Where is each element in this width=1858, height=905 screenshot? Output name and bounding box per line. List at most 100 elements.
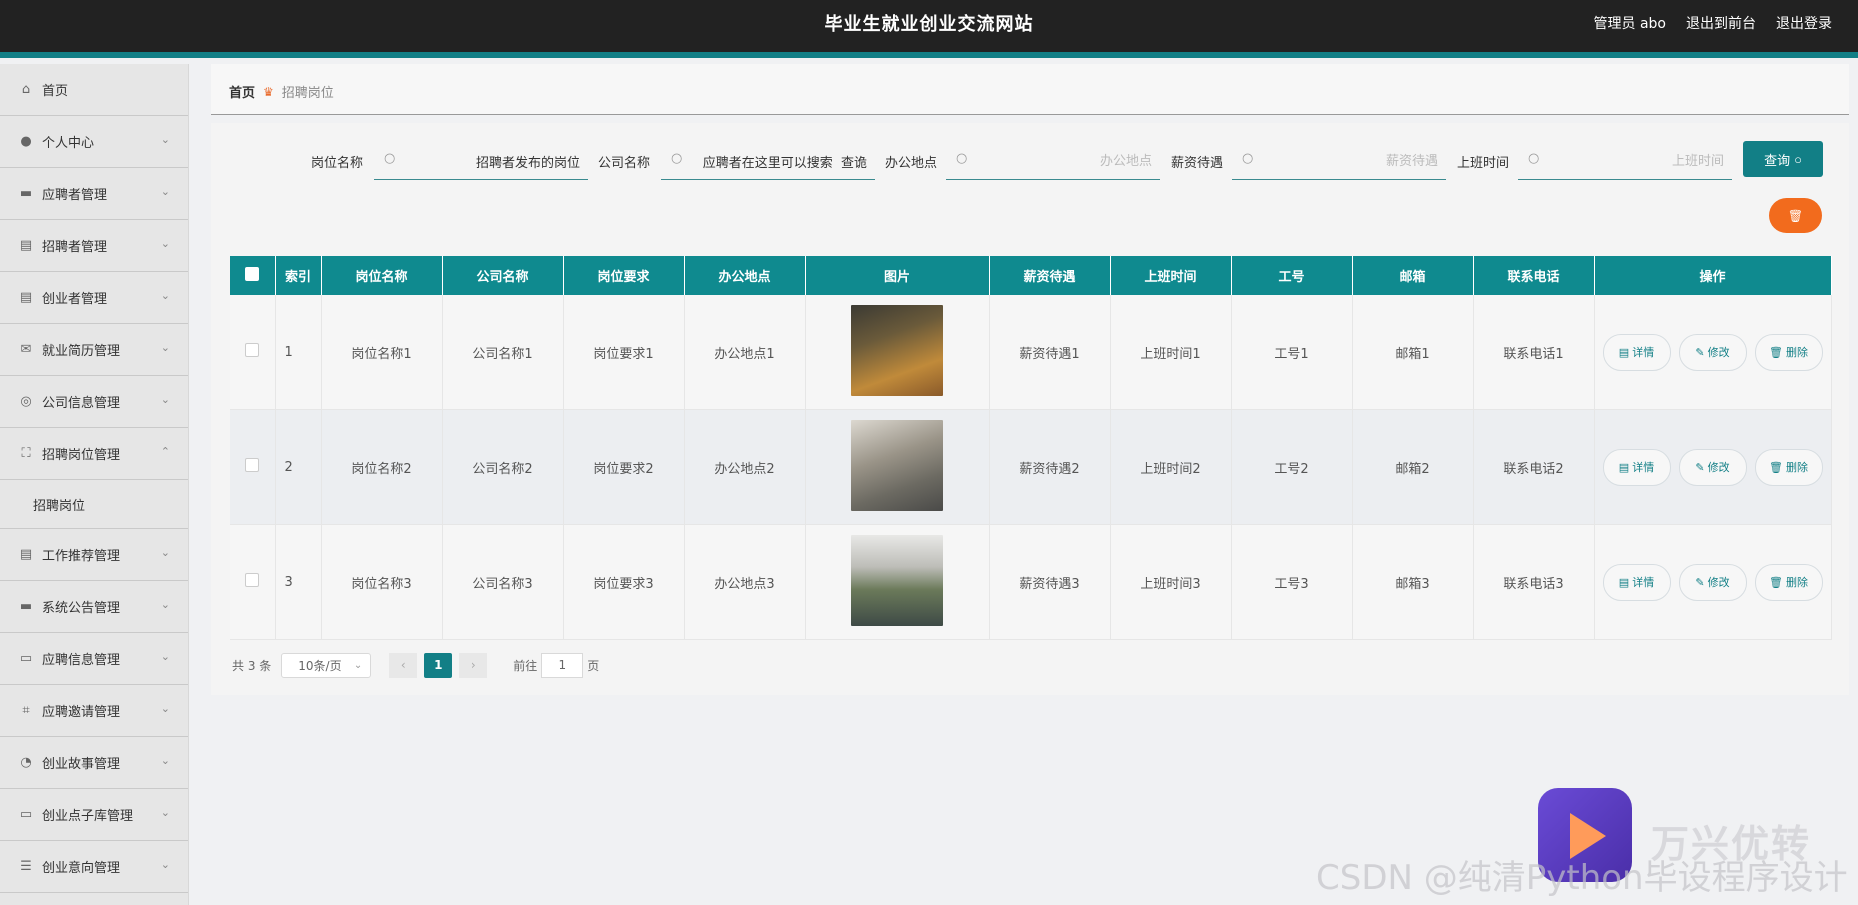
salary-input[interactable] [1260, 147, 1440, 175]
pencil-icon: ✎ [1695, 345, 1705, 359]
prev-page-button[interactable]: ‹ [389, 652, 418, 678]
detail-button[interactable]: ▤ 详情 [1602, 563, 1671, 601]
office-photo[interactable] [851, 534, 943, 626]
sidebar-item[interactable]: ⌂ 首页 [0, 64, 188, 116]
sidebar-item[interactable]: ◎ 公司信息管理 ⌄ [0, 376, 188, 428]
office-input[interactable] [974, 147, 1154, 175]
detail-label: 详情 [1632, 461, 1655, 474]
select-all-checkbox[interactable] [245, 266, 260, 281]
delete-button[interactable]: 🗑 删除 [1754, 563, 1823, 601]
chevron-icon: ⌃ [160, 445, 170, 458]
pagination: 共 3 条 10条/页 ⌄ ‹ 1 › 前往 1 页 [232, 652, 599, 678]
sidebar-item[interactable]: ▭ 创业点子库管理 ⌄ [0, 789, 188, 841]
top-header: 毕业生就业创业交流网站 管理员 abo 退出到前台 退出登录 [0, 0, 1858, 58]
index-cell: 1 [275, 295, 322, 410]
back-to-frontend-link[interactable]: 退出到前台 [1686, 13, 1756, 33]
row-checkbox[interactable] [245, 458, 260, 472]
column-header: 操作 [1594, 256, 1832, 295]
table-cell: 岗位要求3 [563, 524, 685, 640]
page-size-select[interactable]: 10条/页 ⌄ [281, 652, 372, 678]
page-number-current[interactable]: 1 [424, 652, 453, 678]
sidebar-item[interactable]: ▬ 应聘者管理 ⌄ [0, 168, 188, 220]
breadcrumb-home[interactable]: 首页 [229, 82, 255, 101]
row-checkbox[interactable] [245, 343, 260, 357]
sidebar-item[interactable]: ▭ 应聘信息管理 ⌄ [0, 633, 188, 685]
sidebar-item[interactable]: ✉ 就业简历管理 ⌄ [0, 324, 188, 376]
column-header: 薪资待遇 [989, 256, 1111, 295]
sidebar-item-label: 应聘信息管理 [42, 653, 121, 668]
gauge-icon: ◔ [20, 755, 32, 770]
search-icon: ○ [671, 151, 683, 166]
delete-button[interactable]: 🗑 删除 [1754, 333, 1823, 371]
table-cell: 上班时间3 [1110, 524, 1232, 640]
sidebar-item[interactable]: ⛶ 招聘岗位管理 ⌃ [0, 428, 188, 480]
row-checkbox[interactable] [245, 573, 260, 587]
delete-label: 删除 [1785, 461, 1808, 474]
header-links: 管理员 abo 退出到前台 退出登录 [1594, 13, 1832, 33]
detail-button[interactable]: ▤ 详情 [1602, 333, 1671, 371]
breadcrumb-current: 招聘岗位 [281, 86, 334, 101]
job-name-input[interactable] [402, 147, 582, 175]
sidebar-item[interactable]: ⌗ 应聘邀请管理 ⌄ [0, 685, 188, 737]
row-select-cell[interactable] [230, 409, 276, 525]
search-label: 公司名称 [598, 156, 651, 171]
chevron-icon: ⌄ [160, 650, 170, 663]
table-row: 3 岗位名称3 公司名称3 岗位要求3 办公地点3 薪资待遇3 上班时间3 工号3 邮箱3 联系电… [230, 524, 1832, 640]
worktime-input[interactable] [1546, 147, 1726, 175]
content-area: 岗位名称 ○ 公司名称 ○ 办公地点 ○ 薪资待遇 ○ [211, 123, 1849, 695]
row-select-cell[interactable] [230, 295, 276, 410]
query-button[interactable]: 查询 ○ [1743, 141, 1823, 177]
breadcrumb-separator-icon: ♛ [263, 84, 274, 99]
chevron-icon: ⌄ [160, 133, 170, 146]
edit-button[interactable]: ✎ 修改 [1678, 333, 1747, 371]
search-icon: ○ [1242, 151, 1254, 166]
chevron-icon: ⌄ [160, 754, 170, 767]
table-header-row: 索引 岗位名称 公司名称 岗位要求 办公地点 图片 薪资待遇 上班时间 工号 邮… [230, 256, 1832, 295]
company-input-box: ○ [661, 141, 875, 180]
job-table: 索引 岗位名称 公司名称 岗位要求 办公地点 图片 薪资待遇 上班时间 工号 邮… [230, 256, 1832, 640]
select-all-header[interactable] [230, 256, 276, 295]
detail-button[interactable]: ▤ 详情 [1602, 448, 1671, 486]
admin-user-link[interactable]: 管理员 abo [1594, 13, 1666, 33]
table-cell: 工号1 [1231, 295, 1353, 410]
chevron-right-icon: › [470, 658, 476, 672]
edit-label: 修改 [1707, 346, 1730, 359]
edit-button[interactable]: ✎ 修改 [1678, 563, 1747, 601]
table-row: 2 岗位名称2 公司名称2 岗位要求2 办公地点2 薪资待遇2 上班时间2 工号2 邮箱2 联系电… [230, 409, 1832, 525]
batch-delete-button[interactable]: 🗑 [1769, 198, 1822, 233]
sidebar-item[interactable]: ▤ 创业者管理 ⌄ [0, 272, 188, 324]
column-header: 索引 [275, 256, 322, 295]
trash-icon: 🗑 [1769, 575, 1783, 589]
edit-label: 修改 [1707, 576, 1730, 589]
column-header: 图片 [805, 256, 990, 295]
document-icon: ▤ [1618, 460, 1630, 474]
sidebar-item[interactable]: ● 个人中心 ⌄ [0, 116, 188, 168]
chevron-icon: ⌄ [160, 289, 170, 302]
sidebar-item[interactable]: ▤ 工作推荐管理 ⌄ [0, 529, 188, 581]
document-icon: ▤ [1618, 345, 1630, 359]
office-photo[interactable] [851, 419, 943, 511]
sidebar-item[interactable]: ▬ 系统公告管理 ⌄ [0, 581, 188, 633]
sidebar-item[interactable]: ◔ 创业故事管理 ⌄ [0, 737, 188, 789]
logout-link[interactable]: 退出登录 [1776, 13, 1832, 33]
edit-button[interactable]: ✎ 修改 [1678, 448, 1747, 486]
table-row: 1 岗位名称1 公司名称1 岗位要求1 办公地点1 薪资待遇1 上班时间1 工号1 邮箱1 联系电… [230, 295, 1832, 410]
goto-page-input[interactable]: 1 [541, 652, 584, 678]
sidebar-item-label: 创业故事管理 [42, 757, 121, 772]
table-cell: 岗位要求1 [563, 295, 685, 410]
sidebar-item-label: 首页 [42, 84, 69, 99]
chevron-down-icon: ⌄ [353, 659, 363, 671]
total-count: 共 3 条 [232, 658, 272, 673]
search-label: 办公地点 [885, 156, 938, 171]
sidebar-item[interactable]: ☰ 创业意向管理 ⌄ [0, 841, 188, 893]
delete-button[interactable]: 🗑 删除 [1754, 448, 1823, 486]
office-photo[interactable] [851, 304, 943, 396]
table-cell: 邮箱3 [1352, 524, 1474, 640]
page-suffix: 页 [587, 658, 600, 673]
row-select-cell[interactable] [230, 524, 276, 640]
next-page-button[interactable]: › [459, 652, 488, 678]
sidebar-item[interactable]: ▤ 招聘者管理 ⌄ [0, 220, 188, 272]
sidebar-subitem-job-posts[interactable]: 招聘岗位 [0, 480, 188, 529]
watermark-csdn: CSDN @纯清Python毕设程序设计 [1316, 858, 1848, 898]
company-input[interactable] [689, 147, 869, 175]
